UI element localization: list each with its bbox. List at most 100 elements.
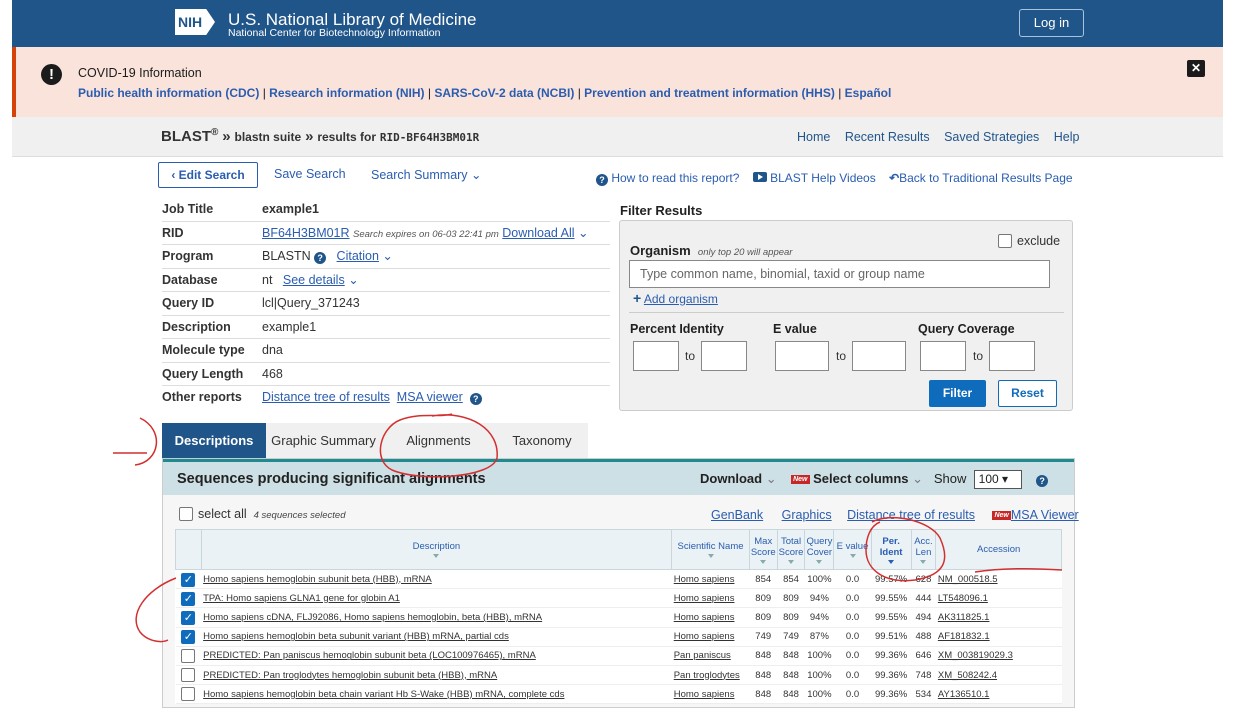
save-search-link[interactable]: Save Search xyxy=(274,167,346,181)
organism-input[interactable]: Type common name, binomial, taxid or gro… xyxy=(629,260,1050,288)
row-accession-link[interactable]: AY136510.1 xyxy=(935,684,1062,705)
checkbox-icon[interactable] xyxy=(181,668,196,683)
breadcrumb-suite[interactable]: blastn suite xyxy=(235,130,302,144)
row-accession-link[interactable]: LT548096.1 xyxy=(935,588,1062,609)
covid-link-hhs[interactable]: Prevention and treatment information (HH… xyxy=(584,86,835,100)
row-scientific-name-link[interactable]: Homo sapiens xyxy=(671,627,750,647)
row-scientific-name-link[interactable]: Homo sapiens xyxy=(671,569,750,590)
row-checkbox[interactable] xyxy=(175,646,202,666)
download-dropdown[interactable]: Download xyxy=(700,471,762,486)
row-accession-link[interactable]: NM_000518.5 xyxy=(935,569,1062,590)
covid-link-espanol[interactable]: Español xyxy=(845,86,892,100)
tab-descriptions[interactable]: Descriptions xyxy=(162,423,266,458)
table-row[interactable]: ✓ Homo sapiens hemoglobin subunit beta (H… xyxy=(175,569,1062,590)
see-details-link[interactable]: See details xyxy=(283,273,345,287)
nav-saved-strategies[interactable]: Saved Strategies xyxy=(944,130,1039,144)
row-description-link[interactable]: PREDICTED: Pan troglodytes hemoglobin su… xyxy=(201,665,672,686)
download-all-link[interactable]: Download All xyxy=(502,226,574,240)
row-description-link[interactable]: Homo sapiens hemoglobin beta subunit var… xyxy=(201,627,672,647)
row-accession-link[interactable]: XM_003819029.3 xyxy=(935,646,1062,666)
msa-viewer-link[interactable]: MSA viewer xyxy=(397,390,463,404)
row-description-link[interactable]: TPA: Homo sapiens GLNA1 gene for globin … xyxy=(201,588,672,609)
table-row[interactable]: PREDICTED: Pan troglodytes hemoglobin su… xyxy=(175,665,1062,686)
row-description-link[interactable]: Homo sapiens hemoglobin beta chain varia… xyxy=(201,684,672,705)
col-max-score[interactable]: Max Score xyxy=(748,529,778,570)
nav-recent-results[interactable]: Recent Results xyxy=(845,130,930,144)
row-scientific-name-link[interactable]: Homo sapiens xyxy=(671,588,750,609)
table-row[interactable]: ✓ Homo sapiens cDNA, FLJ92086, Homo sapie… xyxy=(175,607,1062,628)
add-organism-link[interactable]: + Add organism xyxy=(633,290,718,306)
covid-link-cdc[interactable]: Public health information (CDC) xyxy=(78,86,259,100)
tab-alignments[interactable]: Alignments xyxy=(381,423,496,458)
table-row[interactable]: Homo sapiens hemoglobin beta chain varia… xyxy=(175,684,1062,705)
row-scientific-name-link[interactable]: Pan troglodytes xyxy=(671,665,750,686)
row-checkbox[interactable]: ✓ xyxy=(175,569,202,590)
table-row[interactable]: PREDICTED: Pan paniscus hemoglobin subun… xyxy=(175,646,1062,666)
select-columns-dropdown[interactable]: Select columns xyxy=(813,471,908,486)
msa-viewer-results-link[interactable]: MSA Viewer xyxy=(1011,508,1079,522)
checkbox-icon[interactable] xyxy=(181,648,196,663)
row-accession-link[interactable]: AK311825.1 xyxy=(935,607,1062,628)
query-coverage-min-input[interactable] xyxy=(920,341,966,371)
tab-graphic-summary[interactable]: Graphic Summary xyxy=(266,423,381,458)
citation-link[interactable]: Citation xyxy=(337,249,379,263)
graphics-link[interactable]: Graphics xyxy=(782,508,832,522)
row-description-link[interactable]: PREDICTED: Pan paniscus hemoglobin subun… xyxy=(201,646,672,666)
filter-button[interactable]: Filter xyxy=(929,380,986,407)
checkbox-icon[interactable] xyxy=(181,687,196,702)
row-checkbox[interactable]: ✓ xyxy=(175,607,202,628)
table-row[interactable]: ✓ TPA: Homo sapiens GLNA1 gene for globin… xyxy=(175,588,1062,609)
breadcrumb-blast[interactable]: BLAST® xyxy=(161,127,218,145)
show-count-select[interactable]: 100 ▾ xyxy=(973,470,1022,489)
distance-tree-results-link[interactable]: Distance tree of results xyxy=(847,508,975,522)
help-icon[interactable]: ? xyxy=(1036,475,1049,487)
checkbox-checked-icon[interactable]: ✓ xyxy=(181,610,196,625)
close-icon[interactable]: ✕ xyxy=(1187,60,1205,77)
col-e-value[interactable]: E value xyxy=(833,529,872,570)
percent-identity-max-input[interactable] xyxy=(701,341,747,371)
query-coverage-max-input[interactable] xyxy=(989,341,1035,371)
row-accession-link[interactable]: XM_508242.4 xyxy=(935,665,1062,686)
login-button[interactable]: Log in xyxy=(1019,9,1084,37)
row-accession-link[interactable]: AF181832.1 xyxy=(935,627,1062,647)
row-scientific-name-link[interactable]: Pan paniscus xyxy=(671,646,750,666)
row-checkbox[interactable]: ✓ xyxy=(175,627,202,647)
select-all[interactable]: select all 4 sequences selected xyxy=(179,507,346,521)
col-description[interactable]: Description xyxy=(200,529,673,570)
col-accession[interactable]: Accession xyxy=(935,529,1062,570)
distance-tree-link[interactable]: Distance tree of results xyxy=(262,390,390,404)
rid-link[interactable]: BF64H3BM01R xyxy=(262,226,350,240)
col-total-score[interactable]: Total Score xyxy=(776,529,806,570)
col-scientific-name[interactable]: Scientific Name xyxy=(671,529,750,570)
row-checkbox[interactable] xyxy=(175,665,202,686)
row-scientific-name-link[interactable]: Homo sapiens xyxy=(671,684,750,705)
col-per-ident[interactable]: Per. Ident xyxy=(870,529,912,570)
nih-logo[interactable]: NIH xyxy=(175,9,215,35)
nav-home[interactable]: Home xyxy=(797,130,830,144)
back-traditional-link[interactable]: Back to Traditional Results Page xyxy=(899,171,1072,185)
row-description-link[interactable]: Homo sapiens hemoglobin subunit beta (HB… xyxy=(201,569,672,590)
help-icon[interactable]: ? xyxy=(314,252,327,264)
row-checkbox[interactable] xyxy=(175,684,202,705)
covid-link-ncbi[interactable]: SARS-CoV-2 data (NCBI) xyxy=(434,86,574,100)
reset-button[interactable]: Reset xyxy=(998,380,1057,407)
covid-link-nih[interactable]: Research information (NIH) xyxy=(269,86,424,100)
row-scientific-name-link[interactable]: Homo sapiens xyxy=(671,607,750,628)
evalue-max-input[interactable] xyxy=(852,341,906,371)
col-query-cover[interactable]: Query Cover xyxy=(804,529,835,570)
checkbox-icon[interactable] xyxy=(998,234,1012,248)
row-checkbox[interactable]: ✓ xyxy=(175,588,202,609)
checkbox-icon[interactable] xyxy=(179,507,193,521)
edit-search-button[interactable]: ‹ Edit Search xyxy=(158,162,258,188)
checkbox-checked-icon[interactable]: ✓ xyxy=(181,591,196,606)
exclude-checkbox[interactable]: exclude xyxy=(998,234,1060,248)
row-description-link[interactable]: Homo sapiens cDNA, FLJ92086, Homo sapien… xyxy=(201,607,672,628)
table-row[interactable]: ✓ Homo sapiens hemoglobin beta subunit va… xyxy=(175,627,1062,647)
search-summary-dropdown[interactable]: Search Summary ⌄ xyxy=(371,167,482,182)
tab-taxonomy[interactable]: Taxonomy xyxy=(496,423,588,458)
help-icon[interactable]: ? xyxy=(469,393,482,405)
evalue-min-input[interactable] xyxy=(775,341,829,371)
help-videos-link[interactable]: BLAST Help Videos xyxy=(770,171,876,185)
percent-identity-min-input[interactable] xyxy=(633,341,679,371)
genbank-link[interactable]: GenBank xyxy=(711,508,763,522)
